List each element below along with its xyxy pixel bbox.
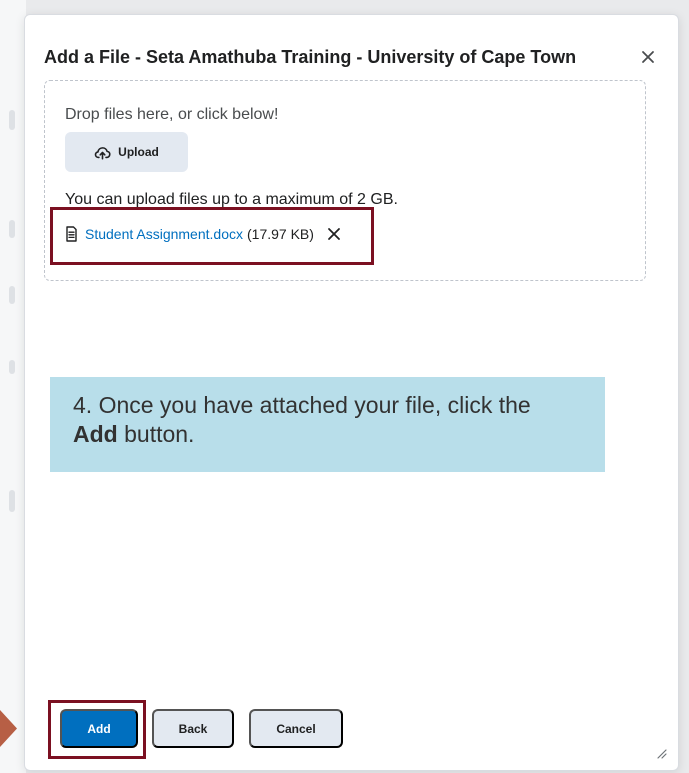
attached-file-row: Student Assignment.docx (17.97 KB) (65, 222, 343, 246)
background-mark (9, 220, 15, 238)
background-mark (9, 360, 15, 374)
dialog-title: Add a File - Seta Amathuba Training - Un… (44, 47, 577, 67)
cancel-button[interactable]: Cancel (249, 709, 343, 748)
upload-button-label: Upload (118, 145, 159, 159)
background-sidebar (0, 0, 26, 773)
attached-file-link[interactable]: Student Assignment.docx (85, 226, 243, 242)
upload-size-limit: You can upload files up to a maximum of … (65, 191, 398, 208)
callout-text-prefix: 4. Once you have attached your file, cli… (73, 392, 531, 418)
callout-text-suffix: button. (117, 421, 195, 447)
attached-file-size: (17.97 KB) (247, 226, 314, 242)
drop-files-instruction: Drop files here, or click below! (65, 106, 279, 123)
upload-button[interactable]: Upload (65, 132, 188, 172)
back-button[interactable]: Back (152, 709, 234, 748)
background-mark (9, 286, 15, 304)
cloud-upload-icon (94, 146, 111, 160)
background-mark (9, 110, 15, 130)
document-icon (66, 226, 77, 242)
callout-emphasis: Add (73, 421, 118, 447)
remove-file-icon[interactable] (325, 225, 343, 243)
close-icon[interactable] (637, 46, 659, 68)
file-dropzone[interactable]: Drop files here, or click below! Upload … (44, 80, 646, 281)
screenshot-page: Add a File - Seta Amathuba Training - Un… (0, 0, 689, 773)
add-button[interactable]: Add (60, 709, 138, 748)
resize-handle-icon[interactable] (653, 745, 667, 759)
pointer-arrow-icon (0, 710, 17, 747)
background-mark (9, 490, 15, 512)
instruction-callout: 4. Once you have attached your file, cli… (50, 377, 605, 472)
